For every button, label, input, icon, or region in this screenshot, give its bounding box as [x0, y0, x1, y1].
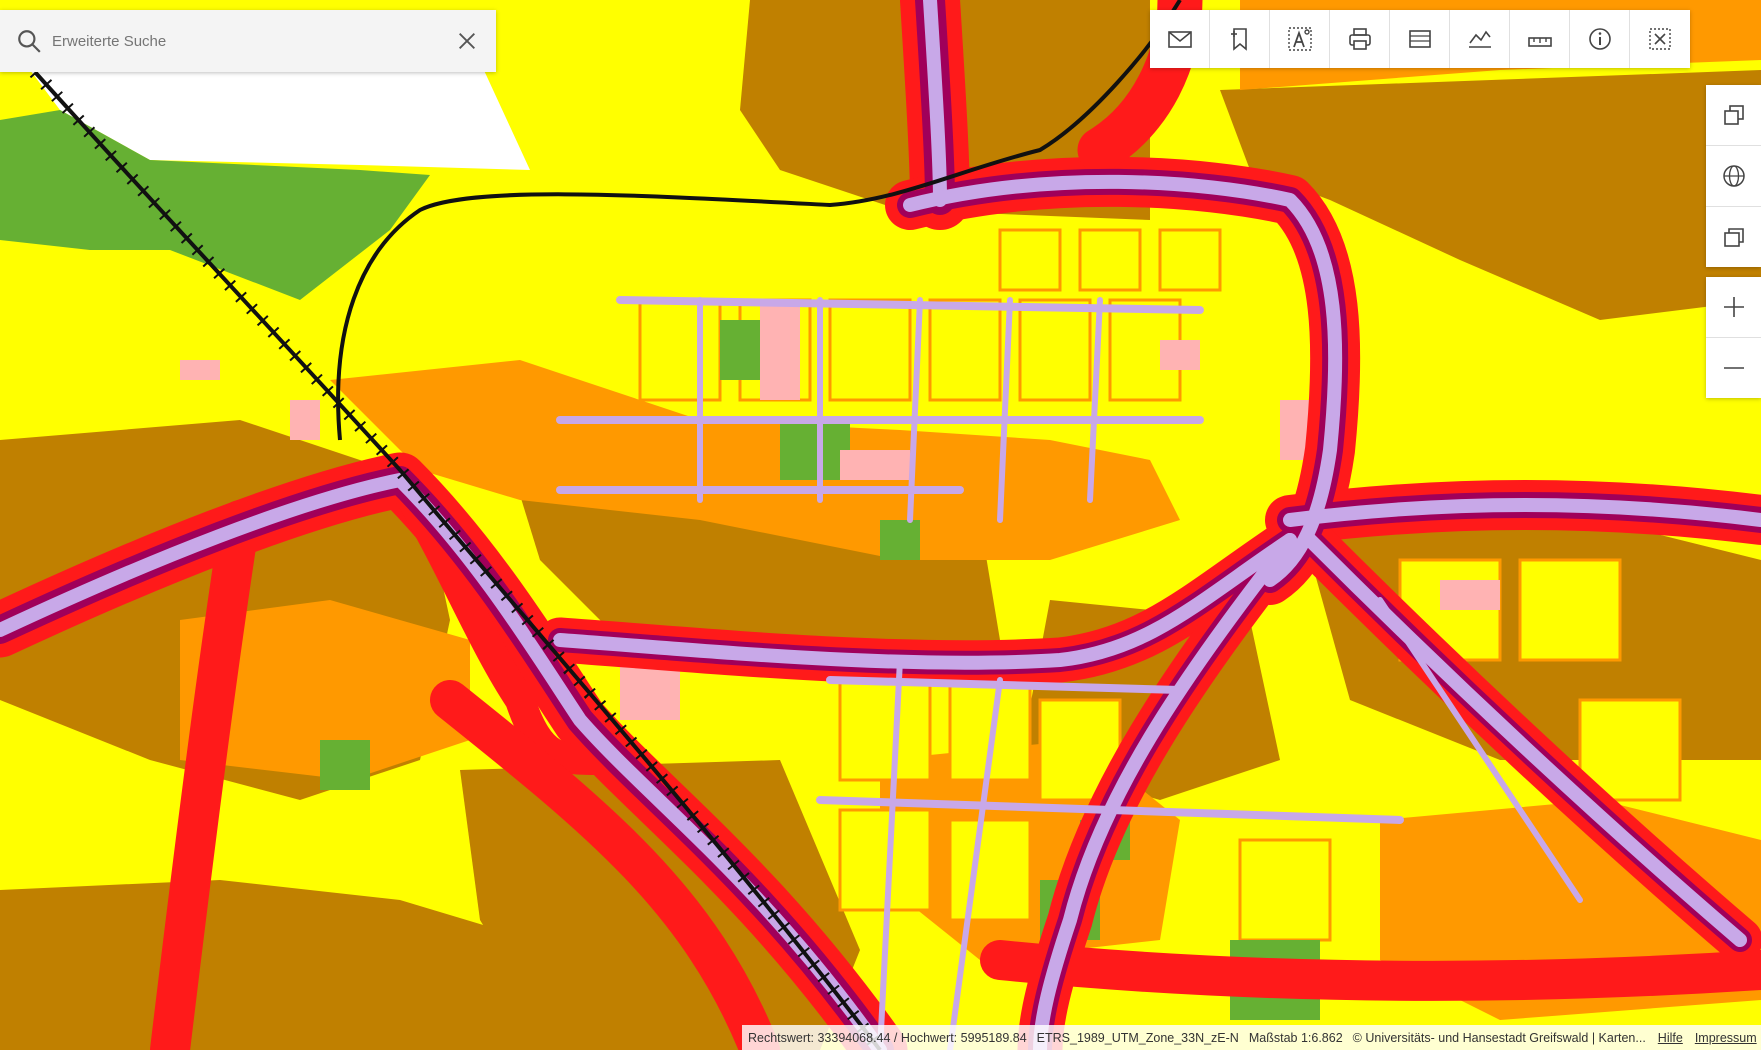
clear-selection-icon [1649, 28, 1671, 50]
globe-button[interactable] [1706, 146, 1761, 207]
info-icon [1588, 28, 1611, 50]
clear-selection-button[interactable] [1630, 10, 1690, 68]
mail-icon [1167, 31, 1192, 48]
background-maps-button[interactable] [1706, 207, 1761, 267]
zoom-in-button[interactable] [1706, 277, 1761, 338]
search-bar [0, 10, 496, 72]
copyright-text: © Universitäts- und Hansestadt Greifswal… [1352, 1030, 1646, 1045]
print-icon [1348, 28, 1371, 50]
close-icon[interactable] [456, 30, 478, 52]
measure-distance-button[interactable] [1510, 10, 1570, 68]
zoom-out-button[interactable] [1706, 338, 1761, 398]
text-tool-icon [1287, 27, 1312, 51]
search-input[interactable] [50, 20, 456, 62]
zoom-controls [1706, 277, 1761, 398]
measure-area-icon [1408, 30, 1431, 48]
map-toolbar [1150, 10, 1690, 68]
elevation-profile-icon [1468, 30, 1491, 48]
noise-map[interactable] [0, 0, 1761, 1050]
zoom-in-icon [1723, 297, 1744, 317]
print-button[interactable] [1330, 10, 1390, 68]
measure-area-button[interactable] [1390, 10, 1450, 68]
layers-icon [1723, 105, 1744, 125]
scale-label: Maßstab 1:6.862 [1248, 1030, 1343, 1045]
measure-distance-icon [1527, 37, 1552, 47]
bookmark-icon [1230, 28, 1247, 51]
info-button[interactable] [1570, 10, 1630, 68]
imprint-link[interactable]: Impressum [1695, 1031, 1757, 1045]
search-icon [18, 30, 41, 53]
map-footer: Rechtswert: 33394068.44 / Hochwert: 5995… [742, 1025, 1761, 1050]
crs-label: ETRS_1989_UTM_Zone_33N_zE-N [1036, 1030, 1239, 1045]
zoom-out-icon [1723, 367, 1744, 369]
map-sidebar [1706, 85, 1761, 267]
text-tool-button[interactable] [1270, 10, 1330, 68]
elevation-profile-button[interactable] [1450, 10, 1510, 68]
globe-icon [1722, 165, 1745, 187]
bookmark-button[interactable] [1210, 10, 1270, 68]
mail-button[interactable] [1150, 10, 1210, 68]
help-link[interactable]: Hilfe [1658, 1031, 1683, 1045]
background-maps-icon [1723, 228, 1744, 247]
layers-button[interactable] [1706, 85, 1761, 146]
coordinates-readout: Rechtswert: 33394068.44 / Hochwert: 5995… [748, 1030, 1027, 1045]
